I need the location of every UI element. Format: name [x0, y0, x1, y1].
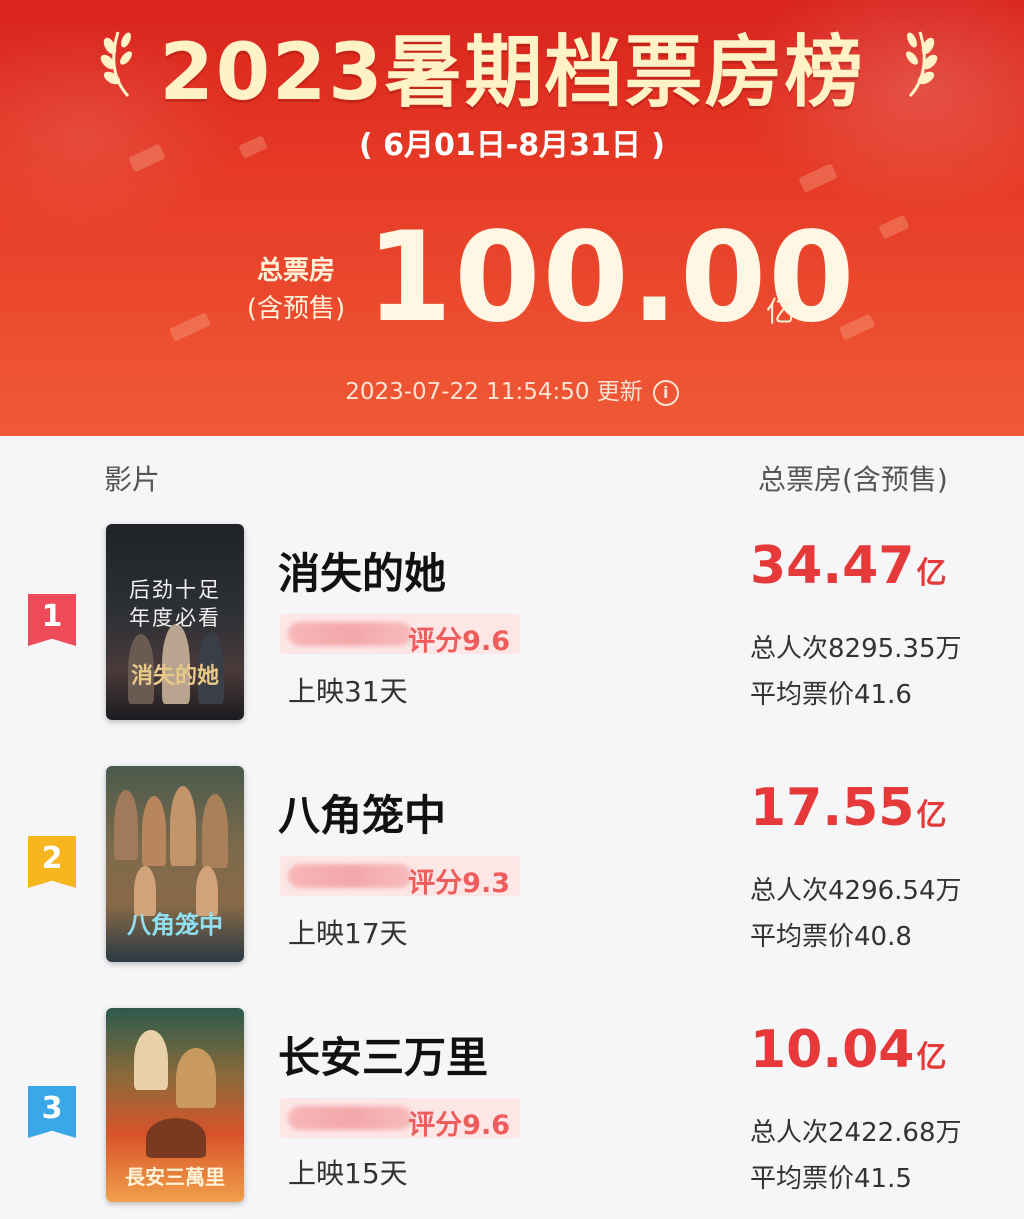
days-showing: 上映31天	[288, 675, 408, 708]
film-row[interactable]: 3 長安三萬里 长安三万里 评分9.6 上映15天 10.04亿 总人次2422…	[0, 1006, 1024, 1206]
average-ticket-price: 平均票价40.8	[750, 922, 912, 952]
rating-chip: 评分9.6	[280, 614, 520, 657]
poster-title: 長安三萬里	[125, 1165, 225, 1189]
box-office-value: 10.04亿	[750, 1020, 946, 1080]
total-label-line2: (含预售)	[246, 294, 346, 324]
rating-chip: 评分9.3	[280, 856, 520, 899]
total-box-office-label: 总票房 (含预售)	[238, 252, 354, 328]
days-showing: 上映17天	[288, 917, 408, 950]
box-office-number: 10.04	[750, 1020, 915, 1080]
poster-figure	[146, 1118, 206, 1158]
poster-figure	[176, 1048, 216, 1108]
total-label-line1: 总票房	[256, 256, 335, 286]
rank-badge: 2	[28, 836, 76, 888]
blurred-source-label	[288, 622, 412, 646]
film-poster[interactable]: 長安三萬里	[106, 1008, 244, 1202]
average-ticket-price: 平均票价41.6	[750, 680, 912, 710]
film-row[interactable]: 1 后劲十足 年度必看 消失的她 消失的她 评分9.6 上映31天 34.47亿…	[0, 522, 1024, 722]
poster-figure	[202, 794, 228, 868]
page-title: 2023暑期档票房榜	[159, 28, 865, 118]
poster-figure	[170, 786, 196, 866]
poster-figure	[134, 1030, 168, 1090]
blurred-source-label	[288, 1106, 412, 1130]
box-office-unit: 亿	[916, 1040, 947, 1075]
admissions: 总人次4296.54万	[750, 876, 962, 906]
poster-figure	[142, 796, 166, 866]
poster-title: 消失的她	[130, 663, 219, 689]
poster-title: 八角笼中	[127, 910, 223, 939]
date-range: ( 6月01日-8月31日 )	[358, 128, 665, 163]
box-office-number: 17.55	[750, 778, 915, 838]
film-title[interactable]: 八角笼中	[278, 782, 446, 843]
poster-figure	[114, 790, 138, 860]
film-column-header: 影片	[104, 463, 161, 496]
box-office-value: 34.47亿	[750, 536, 946, 596]
rating-text: 评分9.3	[408, 868, 510, 899]
rating-chip: 评分9.6	[280, 1098, 520, 1141]
box-office-unit: 亿	[916, 798, 947, 833]
film-poster[interactable]: 后劲十足 年度必看 消失的她	[106, 524, 244, 720]
film-title[interactable]: 消失的她	[278, 540, 446, 601]
info-icon[interactable]: i	[652, 379, 679, 406]
rank-badge: 3	[28, 1086, 76, 1138]
total-box-office-unit: 亿	[766, 295, 795, 328]
admissions: 总人次2422.68万	[750, 1118, 962, 1148]
film-title[interactable]: 长安三万里	[278, 1024, 488, 1085]
film-poster[interactable]: 八角笼中	[106, 766, 244, 962]
box-office-value: 17.55亿	[750, 778, 946, 838]
update-timestamp-row: 2023-07-22 11:54:50 更新 i	[0, 372, 1024, 406]
rating-text: 评分9.6	[408, 626, 510, 657]
admissions: 总人次8295.35万	[750, 634, 962, 664]
box-office-number: 34.47	[750, 536, 915, 596]
poster-tagline: 后劲十足 年度必看	[129, 578, 221, 630]
average-ticket-price: 平均票价41.5	[750, 1164, 912, 1194]
rating-text: 评分9.6	[408, 1110, 510, 1141]
box-office-column-header: 总票房(含预售)	[758, 463, 948, 496]
rank-badge: 1	[28, 594, 76, 646]
days-showing: 上映15天	[288, 1157, 408, 1190]
blurred-source-label	[288, 864, 412, 888]
update-timestamp: 2023-07-22 11:54:50 更新	[345, 379, 643, 405]
header-banner: 2023暑期档票房榜 ( 6月01日-8月31日 ) 总票房 (含预售) 100…	[0, 0, 1024, 436]
box-office-unit: 亿	[916, 556, 947, 591]
film-row[interactable]: 2 八角笼中 八角笼中 评分9.3 上映17天 17.55亿 总人次4296.5…	[0, 764, 1024, 964]
